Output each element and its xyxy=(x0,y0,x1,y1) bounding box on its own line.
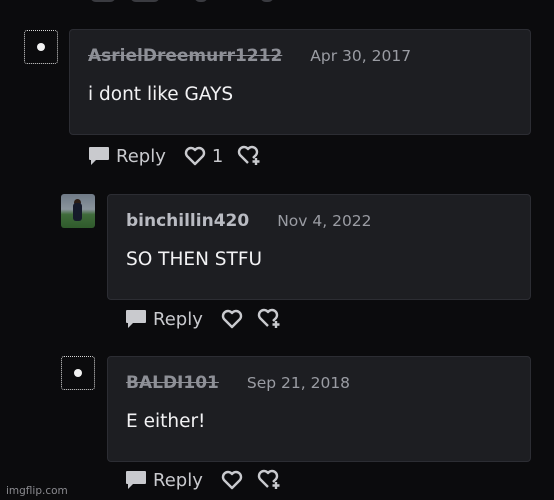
comment-username[interactable]: AsrielDreemurr1212 xyxy=(88,46,282,66)
comment-username[interactable]: BALDI101 xyxy=(126,373,219,393)
heart-icon xyxy=(221,309,243,329)
comment-date: Sep 21, 2018 xyxy=(246,374,351,392)
comment-actions: Reply xyxy=(125,467,301,493)
comment-date: Nov 4, 2022 xyxy=(277,212,372,230)
dislike-button[interactable] xyxy=(257,469,283,491)
watermark: imgflip.com xyxy=(6,485,68,497)
speech-bubble-icon xyxy=(126,310,146,328)
comment-actions: Reply xyxy=(125,306,301,332)
comment-actions: Reply 1 xyxy=(88,143,281,169)
reply-button[interactable]: Reply xyxy=(88,146,166,167)
like-button[interactable]: 1 xyxy=(184,146,223,167)
like-count: 1 xyxy=(211,145,224,167)
heart-icon xyxy=(184,146,206,166)
broken-heart-plus-icon xyxy=(257,308,280,328)
comment-card: AsrielDreemurr1212 Apr 30, 2017 i dont l… xyxy=(69,29,531,135)
broken-heart-plus-icon xyxy=(257,469,280,489)
dislike-button[interactable] xyxy=(237,145,263,167)
comment-text: i dont like GAYS xyxy=(88,84,234,105)
broken-heart-plus-icon xyxy=(238,145,260,165)
comment-username[interactable]: binchillin420 xyxy=(126,211,249,231)
comment-text: SO THEN STFU xyxy=(126,249,263,270)
reply-label: Reply xyxy=(153,308,203,330)
comment-card: binchillin420 Nov 4, 2022 SO THEN STFU xyxy=(107,194,531,300)
heart-icon xyxy=(221,470,243,490)
like-button[interactable] xyxy=(221,470,243,490)
speech-bubble-icon xyxy=(126,471,146,489)
avatar-photo[interactable] xyxy=(61,194,95,228)
reply-button[interactable]: Reply xyxy=(125,309,203,330)
avatar-placeholder-icon[interactable] xyxy=(24,30,58,64)
comment-text: E either! xyxy=(126,411,206,432)
like-button[interactable] xyxy=(221,309,243,329)
reply-label: Reply xyxy=(153,469,203,491)
dislike-button[interactable] xyxy=(257,308,283,330)
speech-bubble-icon xyxy=(89,147,109,165)
comment-date: Apr 30, 2017 xyxy=(310,47,412,65)
reply-button[interactable]: Reply xyxy=(125,470,203,491)
avatar-placeholder-icon[interactable] xyxy=(61,356,95,390)
previous-comment-actions-remnant xyxy=(90,0,290,4)
reply-label: Reply xyxy=(116,145,166,167)
comment-card: BALDI101 Sep 21, 2018 E either! xyxy=(107,356,531,462)
